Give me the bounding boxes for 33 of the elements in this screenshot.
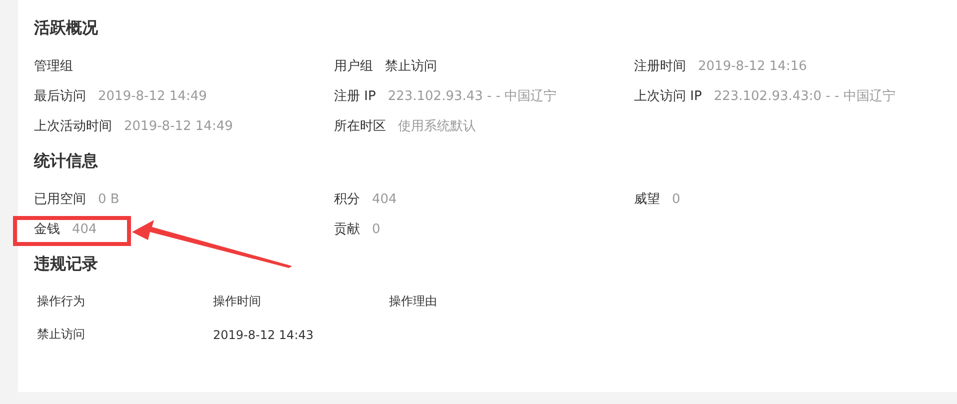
field-label: 上次活动时间 bbox=[34, 118, 112, 135]
field-value: 2019-8-12 14:49 bbox=[124, 118, 233, 134]
section-heading: 统计信息 bbox=[34, 150, 99, 172]
section-heading: 违规记录 bbox=[34, 253, 99, 275]
field-value: 0 B bbox=[98, 192, 120, 206]
field-label: 用户组 bbox=[334, 58, 373, 75]
field-value: 223.102.93.43:0 - - 中国辽宁 bbox=[714, 88, 896, 105]
field-value: 404 bbox=[372, 192, 397, 206]
table-header-cell-text: 操作行为 bbox=[37, 293, 86, 310]
section-heading: 活跃概况 bbox=[34, 17, 99, 39]
field-value: 2019-8-12 14:16 bbox=[698, 58, 807, 74]
field-value: 223.102.93.43 - - 中国辽宁 bbox=[388, 88, 557, 105]
field-label: 注册时间 bbox=[634, 58, 686, 75]
field-label: 威望 bbox=[634, 191, 660, 208]
field-label: 所在时区 bbox=[334, 118, 386, 135]
field-label: 积分 bbox=[334, 191, 360, 208]
field-value: 0 bbox=[672, 192, 680, 206]
table-header-cell-text: 操作时间 bbox=[213, 293, 262, 310]
table-cell: 2019-8-12 14:43 bbox=[213, 328, 314, 342]
table-cell: 禁止访问 bbox=[37, 327, 85, 341]
field-label: 最后访问 bbox=[34, 88, 86, 105]
field-label: 上次访问 IP bbox=[634, 88, 702, 105]
field-value: 禁止访问 bbox=[385, 58, 437, 75]
field-value: 使用系统默认 bbox=[398, 118, 476, 135]
field-label: 注册 IP bbox=[334, 88, 376, 105]
field-value: 2019-8-12 14:49 bbox=[98, 88, 207, 104]
field-value: 404 bbox=[72, 222, 97, 236]
field-label: 贡献 bbox=[334, 221, 360, 238]
field-label: 金钱 bbox=[34, 221, 60, 238]
field-label: 管理组 bbox=[34, 58, 73, 75]
table-header-cell-text: 操作理由 bbox=[389, 293, 438, 310]
field-label: 已用空间 bbox=[34, 191, 86, 208]
field-value: 0 bbox=[372, 222, 380, 236]
